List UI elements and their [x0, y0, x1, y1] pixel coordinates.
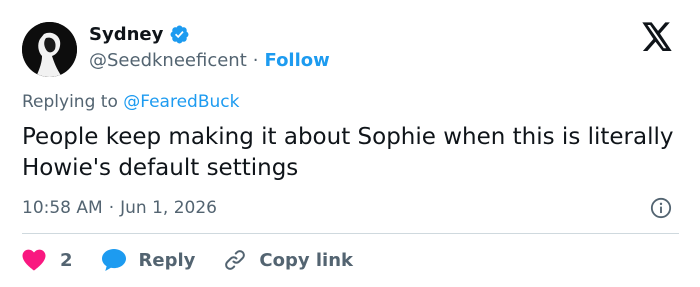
x-logo-icon[interactable] — [641, 22, 673, 52]
heart-icon — [22, 249, 46, 271]
like-count: 2 — [60, 249, 73, 271]
author-handle-row: @Seedkneeficent · Follow — [89, 48, 330, 72]
avatar-image — [22, 22, 77, 77]
author-handle[interactable]: @Seedkneeficent — [89, 50, 247, 71]
reply-button[interactable]: Reply — [101, 248, 224, 272]
like-button[interactable]: 2 — [22, 249, 101, 271]
speech-bubble-icon — [101, 249, 126, 271]
follow-button[interactable]: Follow — [265, 50, 330, 71]
reply-label: Reply — [138, 249, 196, 271]
reply-mention-link[interactable]: @FearedBuck — [123, 92, 239, 112]
reply-context: Replying to @FearedBuck — [22, 92, 239, 112]
tweet-time: 10:58 AM — [22, 198, 103, 218]
author-name-row: Sydney — [89, 20, 190, 48]
verified-badge-icon — [170, 25, 189, 43]
copy-link-label: Copy link — [259, 249, 353, 271]
link-icon — [225, 250, 246, 270]
author-name[interactable]: Sydney — [89, 24, 163, 45]
info-icon[interactable] — [650, 197, 672, 219]
action-bar: 2 Reply Copy link — [22, 246, 353, 274]
avatar[interactable] — [22, 22, 77, 77]
copy-link-button[interactable]: Copy link — [223, 248, 353, 272]
tweet-text: People keep making it about Sophie when … — [22, 124, 674, 181]
divider — [22, 233, 679, 234]
tweet-date: Jun 1, 2026 — [120, 198, 217, 218]
separator-dot: · — [252, 49, 259, 71]
separator-dot: · — [108, 198, 115, 218]
reply-context-prefix: Replying to — [22, 92, 124, 112]
tweet-timestamp[interactable]: 10:58 AM · Jun 1, 2026 — [22, 198, 217, 218]
